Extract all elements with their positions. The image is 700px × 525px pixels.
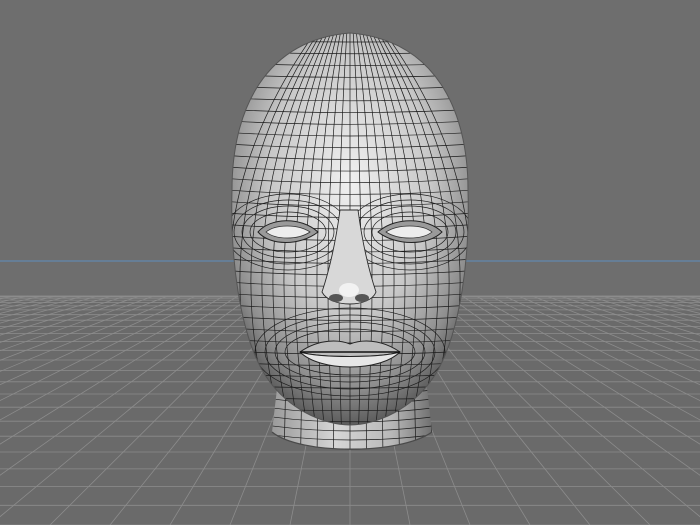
3d-viewport[interactable] xyxy=(0,0,700,525)
viewport-canvas[interactable] xyxy=(0,0,700,525)
